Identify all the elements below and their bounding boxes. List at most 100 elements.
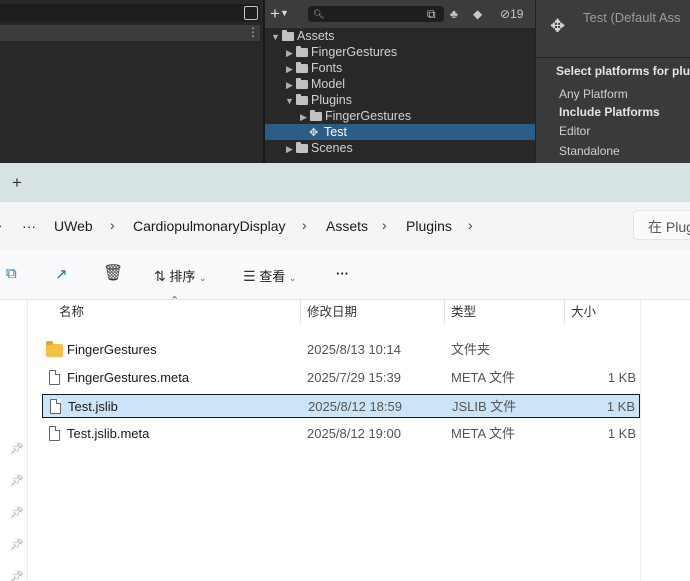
view-button[interactable]: ☰ 查看 ⌄ [243, 266, 296, 285]
file-date: 2025/8/12 18:59 [308, 399, 402, 414]
file-icon [50, 399, 61, 414]
tree-item[interactable]: ▼ Assets [265, 28, 535, 44]
tree-item[interactable]: ▶ Fonts [265, 60, 535, 76]
file-date: 2025/8/13 10:14 [307, 342, 401, 357]
command-bar: ⧉ ↗ 🗑︎ ⇅ 排序 ⌄ ☰ 查看 ⌄ ··· [0, 250, 690, 300]
rename-icon[interactable]: ⧉ [6, 265, 17, 282]
column-header-type[interactable]: 类型 [451, 300, 476, 325]
breadcrumb-plugins[interactable]: Plugins [406, 218, 452, 234]
chevron-down-icon: ⌄ [288, 273, 297, 283]
breadcrumb-assets[interactable]: Assets [326, 218, 368, 234]
folder-icon [46, 341, 63, 357]
include-platforms-label: Include Platforms [559, 105, 660, 119]
pin-icon[interactable]: 📌︎ [10, 474, 24, 487]
maximize-icon[interactable] [244, 6, 258, 20]
any-platform-option[interactable]: Any Platform [559, 87, 628, 101]
tree-item[interactable]: ▼ Plugins [265, 92, 535, 108]
pin-icon[interactable]: 📌︎ [10, 570, 24, 581]
create-dropdown-button[interactable]: +▼ [270, 2, 289, 25]
breadcrumb-cardiopulmonarydisplay[interactable]: CardiopulmonaryDisplay [133, 218, 286, 234]
search-by-type-icon[interactable]: ⧉ [427, 7, 436, 21]
file-icon [49, 370, 60, 385]
sort-ascending-icon: ⌃ [170, 295, 180, 307]
file-size: 1 KB [606, 399, 635, 414]
tree-item-label: Scenes [311, 141, 353, 155]
view-icon: ☰ [243, 268, 256, 284]
inspector-panel: ✥ Test (Default Ass Select platforms for… [535, 0, 690, 163]
new-tab-button[interactable]: + [12, 173, 22, 193]
scroll-area[interactable] [640, 300, 690, 581]
left-panel-toolbar [0, 4, 260, 22]
chevron-right-icon[interactable]: › [110, 217, 115, 233]
file-name: FingerGestures.meta [67, 370, 190, 385]
share-icon[interactable]: ↗ [55, 265, 68, 283]
inspector-header: ✥ Test (Default Ass [536, 0, 690, 58]
file-row[interactable]: FingerGestures 2025/8/13 10:14 文件夹 [42, 338, 640, 362]
project-toolbar: +▼ 🔍︎ ⧉ ♣ ◆ ⊘19 [265, 0, 535, 28]
standalone-platform-option[interactable]: Standalone [559, 144, 620, 158]
column-header-size[interactable]: 大小 [571, 300, 596, 325]
tree-item[interactable]: ▶ FingerGestures [265, 44, 535, 60]
hidden-packages-toggle[interactable]: ⊘19 [500, 6, 523, 22]
column-divider[interactable] [564, 300, 565, 325]
tree-item[interactable]: ▶ FingerGestures [265, 108, 535, 124]
column-divider[interactable] [444, 300, 445, 325]
collapsed-arrow-icon[interactable]: ▶ [284, 45, 295, 61]
more-options-button[interactable]: ··· [336, 266, 349, 281]
file-type: META 文件 [451, 426, 516, 441]
column-header-date[interactable]: 修改日期 [307, 300, 357, 325]
select-platforms-label: Select platforms for plu [556, 64, 690, 78]
hidden-count: 19 [510, 7, 524, 21]
pin-icon[interactable]: 📌︎ [10, 506, 24, 519]
chevron-right-icon: › [0, 217, 2, 233]
tree-item[interactable]: ▶ Model [265, 76, 535, 92]
filter-by-label-icon[interactable]: ◆ [473, 7, 482, 21]
collapsed-arrow-icon[interactable]: ▶ [298, 109, 309, 125]
project-search-input[interactable]: 🔍︎ [308, 6, 444, 22]
tree-item-label: FingerGestures [311, 45, 398, 59]
breadcrumb-more-button[interactable]: ··· [22, 218, 36, 234]
folder-icon [310, 110, 322, 121]
file-row[interactable]: FingerGestures.meta 2025/7/29 15:39 META 文… [42, 366, 640, 390]
collapsed-arrow-icon[interactable]: ▶ [284, 61, 295, 77]
unity-editor: ⋮ +▼ 🔍︎ ⧉ ♣ ◆ ⊘19 ▼ Assets ▶ FingerGestures… [0, 0, 690, 163]
file-date: 2025/8/12 19:00 [307, 426, 401, 441]
navigation-pane[interactable]: 📌︎ 📌︎ 📌︎ 📌︎ 📌︎ [0, 300, 28, 581]
expanded-arrow-icon[interactable]: ▼ [284, 93, 295, 109]
file-date: 2025/7/29 15:39 [307, 370, 401, 385]
search-input[interactable]: 在 Plug [633, 210, 690, 240]
file-type: 文件夹 [451, 342, 491, 357]
editor-platform-option[interactable]: Editor [559, 124, 590, 138]
unity-left-panel: ⋮ [0, 0, 263, 163]
tree-item[interactable]: ▶ Scenes [265, 140, 535, 156]
delete-icon[interactable]: 🗑︎ [103, 263, 123, 283]
chevron-right-icon[interactable]: › [302, 217, 307, 233]
pin-icon[interactable]: 📌︎ [10, 442, 24, 455]
tree-item-label: Test [324, 125, 347, 139]
chevron-right-icon[interactable]: › [468, 217, 473, 233]
pin-icon[interactable]: 📌︎ [10, 538, 24, 551]
inspector-title: Test (Default Ass [583, 10, 681, 25]
tree-item[interactable]: ✥ Test [265, 124, 535, 140]
folder-icon [282, 30, 294, 41]
plugin-import-settings: Select platforms for plu Any Platform In… [536, 58, 690, 163]
file-list: ⌃ 名称 修改日期 类型 大小 FingerGestures 2025/8/13 … [29, 295, 640, 581]
chevron-down-icon: ⌄ [199, 273, 207, 283]
collapsed-arrow-icon[interactable]: ▶ [284, 77, 295, 93]
column-header-name[interactable]: 名称 [59, 300, 84, 325]
sort-button[interactable]: ⇅ 排序 ⌄ [154, 266, 207, 285]
filter-by-type-icon[interactable]: ♣ [450, 7, 458, 21]
file-explorer-window: + › ··· UWeb › CardiopulmonaryDisplay › … [0, 163, 690, 581]
column-divider[interactable] [300, 300, 301, 325]
expanded-arrow-icon[interactable]: ▼ [270, 29, 281, 45]
left-panel-header [0, 25, 260, 41]
tree-item-label: Plugins [311, 93, 352, 107]
collapsed-arrow-icon[interactable]: ▶ [284, 141, 295, 157]
tree-item-label: Fonts [311, 61, 343, 75]
file-row[interactable]: Test.jslib.meta 2025/8/12 19:00 META 文件 1 K… [42, 422, 640, 446]
file-row[interactable]: Test.jslib 2025/8/12 18:59 JSLIB 文件 1 KB [42, 394, 640, 418]
view-label: 查看 [259, 269, 286, 284]
breadcrumb-uweb[interactable]: UWeb [54, 218, 93, 234]
chevron-right-icon[interactable]: › [382, 217, 387, 233]
kebab-menu-icon[interactable]: ⋮ [247, 26, 259, 38]
